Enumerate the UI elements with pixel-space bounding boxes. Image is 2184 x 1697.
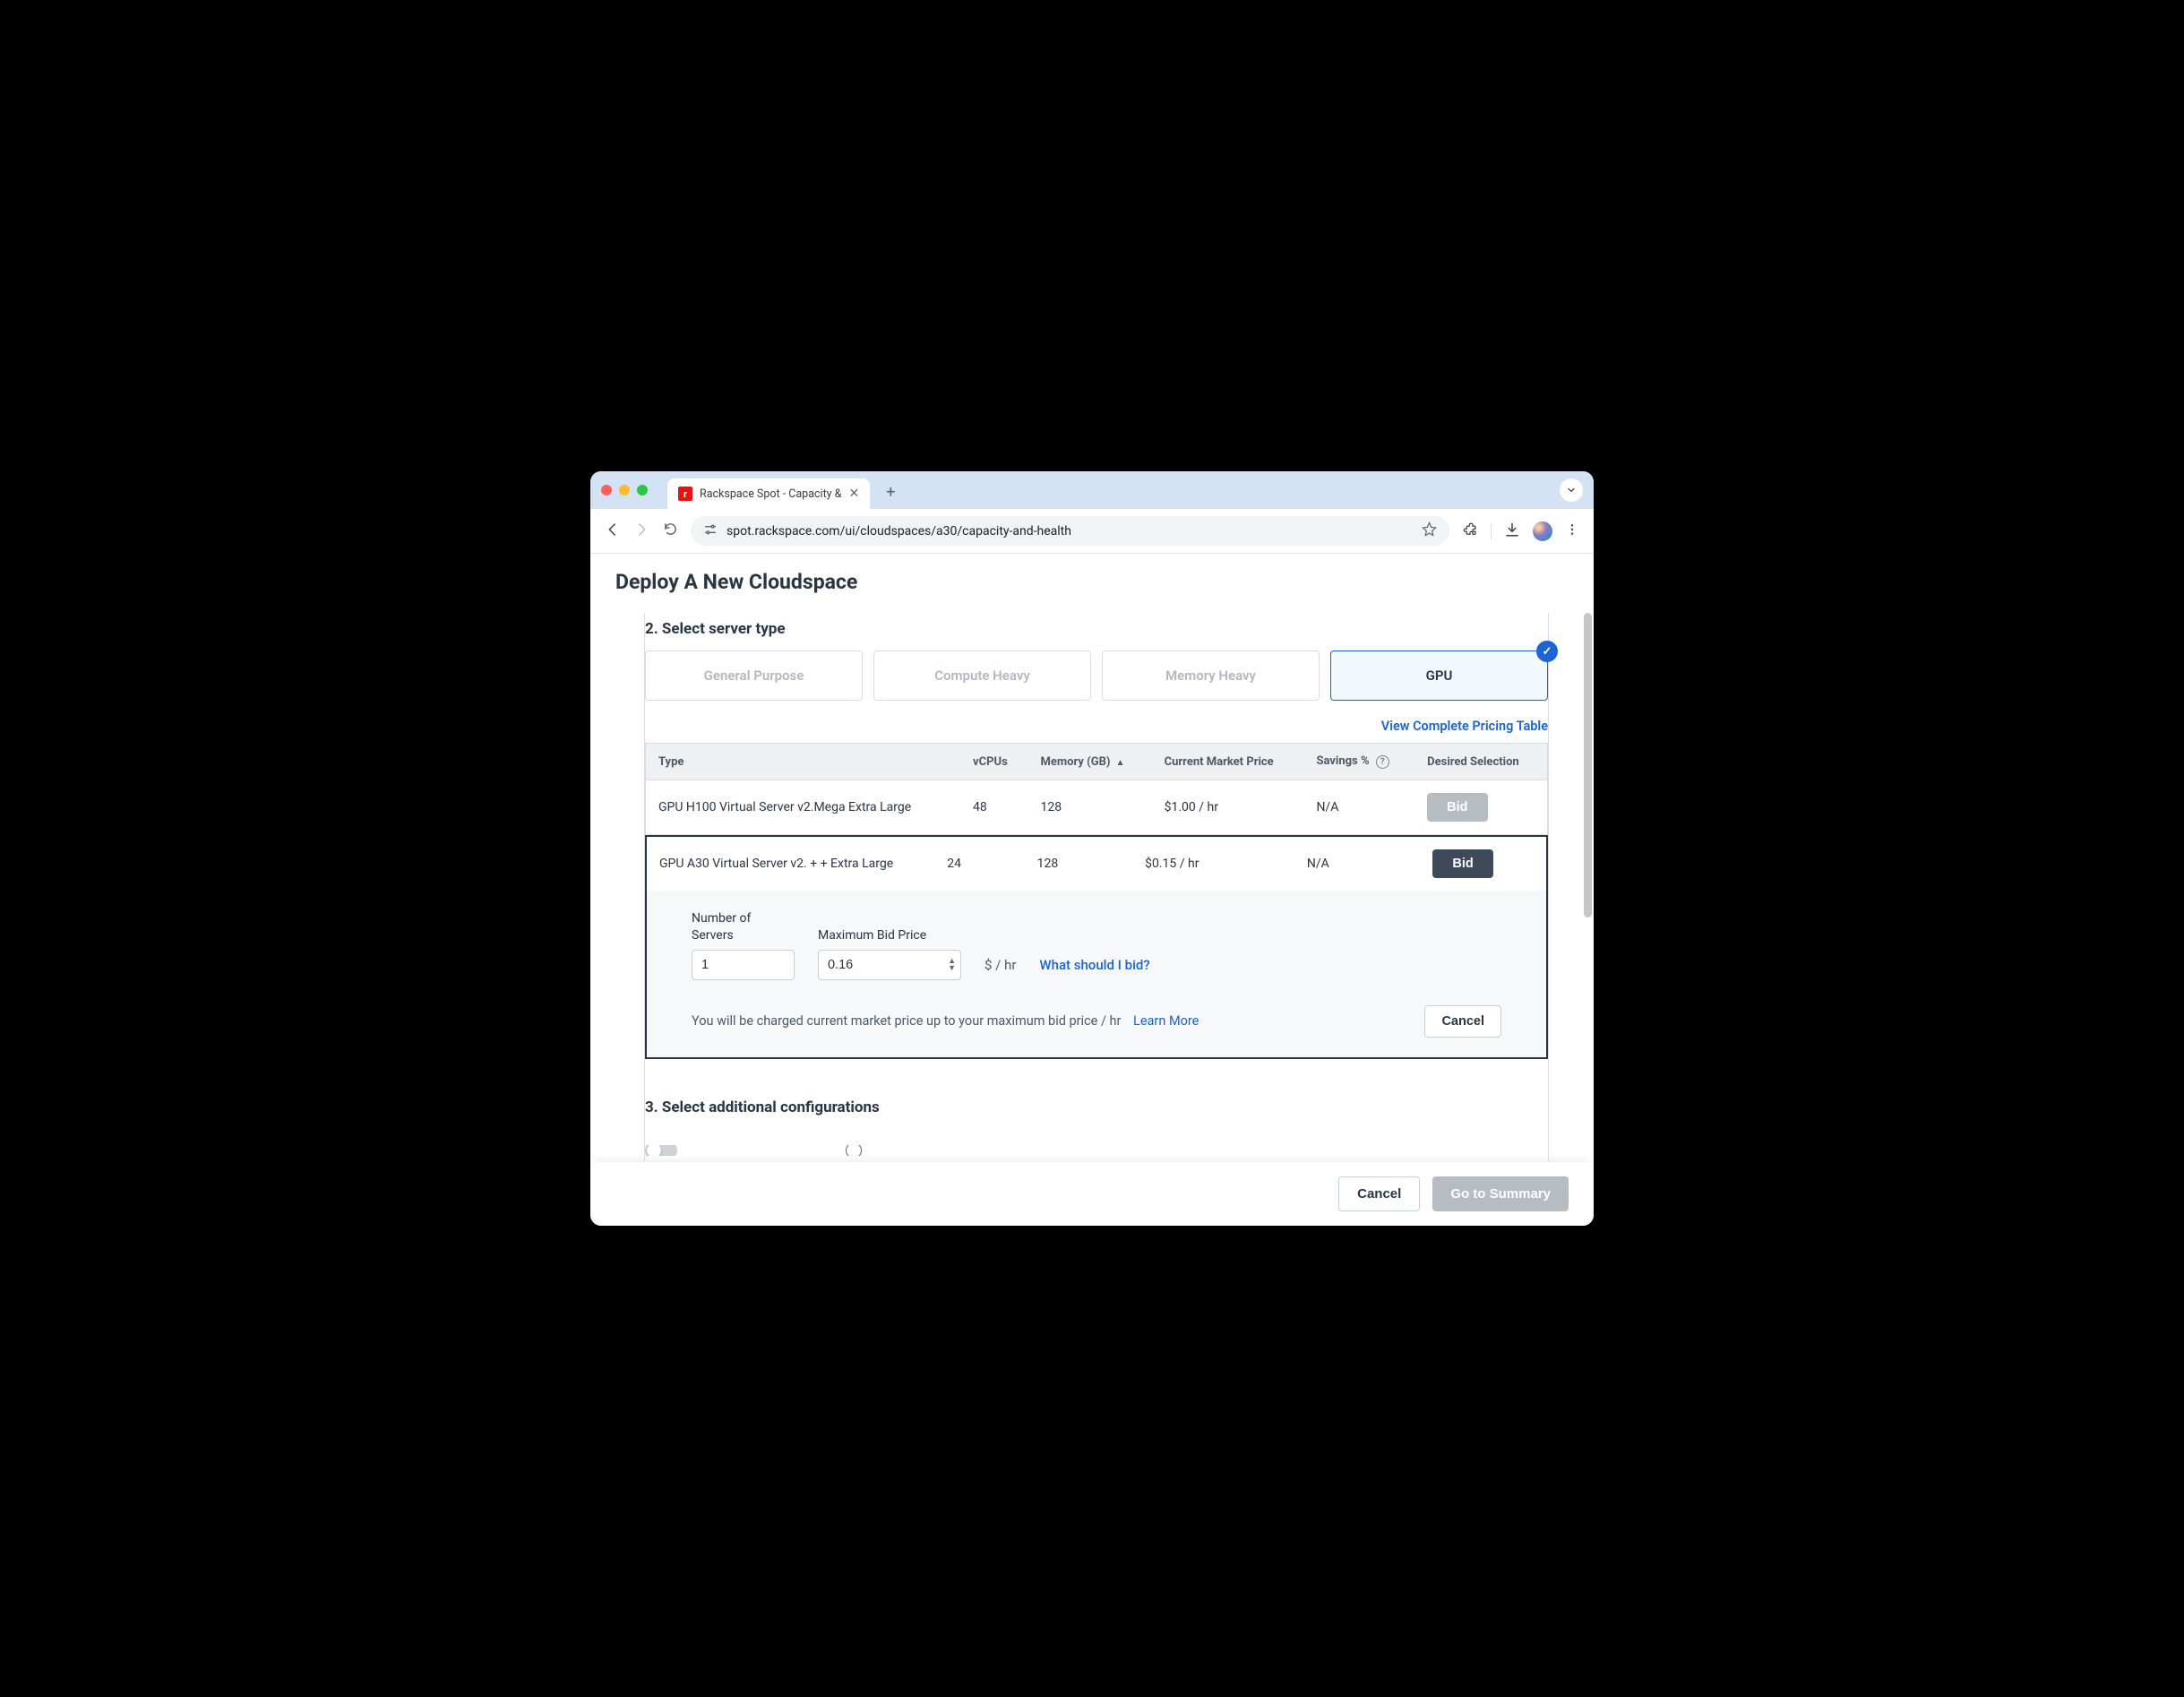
- tab-compute-heavy[interactable]: Compute Heavy: [873, 650, 1091, 701]
- info-icon[interactable]: [846, 1145, 862, 1156]
- site-settings-icon[interactable]: [703, 522, 718, 540]
- titlebar: r Rackspace Spot - Capacity & ✕ +: [590, 471, 1594, 509]
- puzzle-icon: [1462, 521, 1478, 538]
- cell-memory: 128: [1025, 837, 1132, 891]
- toggle-switch[interactable]: [645, 1145, 677, 1156]
- col-selection: Desired Selection: [1414, 744, 1547, 780]
- cell-savings: N/A: [1303, 780, 1414, 835]
- learn-more-link[interactable]: Learn More: [1133, 1013, 1199, 1029]
- new-tab-button[interactable]: +: [877, 483, 904, 502]
- tune-icon: [703, 522, 718, 537]
- cell-savings: N/A: [1294, 837, 1421, 891]
- col-savings[interactable]: Savings % ?: [1303, 744, 1414, 780]
- browser-window: r Rackspace Spot - Capacity & ✕ + spot.r…: [590, 471, 1594, 1226]
- footer-bar: Cancel Go to Summary: [590, 1162, 1594, 1226]
- url-field[interactable]: spot.rackspace.com/ui/cloudspaces/a30/ca…: [691, 516, 1449, 546]
- minimize-window-button[interactable]: [619, 485, 630, 495]
- page-title: Deploy A New Cloudspace: [590, 554, 1594, 613]
- price-unit: $ / hr: [985, 957, 1016, 980]
- more-vertical-icon: [1565, 522, 1579, 537]
- server-table: Type vCPUs Memory (GB) ▲ Current Market …: [645, 743, 1548, 835]
- address-bar: spot.rackspace.com/ui/cloudspaces/a30/ca…: [590, 509, 1594, 554]
- step3-heading: 3. Select additional configurations: [645, 1091, 1548, 1129]
- arrow-right-icon: [633, 521, 649, 538]
- tab-close-icon[interactable]: ✕: [848, 487, 859, 501]
- scroll-region[interactable]: 2. Select server type General Purpose Co…: [590, 613, 1594, 1162]
- bid-cancel-button[interactable]: Cancel: [1424, 1005, 1501, 1038]
- tabs-dropdown-button[interactable]: [1560, 478, 1583, 502]
- page-content: Deploy A New Cloudspace 2. Select server…: [590, 554, 1594, 1226]
- pricing-link-row: View Complete Pricing Table: [645, 717, 1548, 734]
- extensions-button[interactable]: [1462, 521, 1478, 541]
- tab-title: Rackspace Spot - Capacity &: [700, 487, 841, 501]
- scrollbar[interactable]: [1584, 613, 1592, 1162]
- selected-server-block: GPU A30 Virtual Server v2. + + Extra Lar…: [645, 835, 1548, 1059]
- window-controls: [601, 485, 648, 495]
- cell-vcpus: 24: [934, 837, 1024, 891]
- reload-icon: [663, 521, 678, 537]
- server-type-tabs: General Purpose Compute Heavy Memory Hea…: [645, 650, 1548, 701]
- bid-button-h100[interactable]: Bid: [1427, 793, 1487, 822]
- browser-menu-button[interactable]: [1565, 522, 1579, 540]
- cell-type: GPU H100 Virtual Server v2.Mega Extra La…: [646, 780, 961, 835]
- servers-label: Number of Servers: [692, 910, 790, 944]
- tab-memory-heavy[interactable]: Memory Heavy: [1102, 650, 1320, 701]
- cell-memory: 128: [1028, 780, 1152, 835]
- footer-cancel-button[interactable]: Cancel: [1338, 1176, 1420, 1211]
- tab-general-purpose[interactable]: General Purpose: [645, 650, 863, 701]
- download-icon: [1504, 521, 1520, 538]
- view-pricing-link[interactable]: View Complete Pricing Table: [1381, 719, 1548, 734]
- step2-heading: 2. Select server type: [645, 613, 1548, 650]
- close-window-button[interactable]: [601, 485, 612, 495]
- go-to-summary-button[interactable]: Go to Summary: [1432, 1176, 1569, 1211]
- browser-tab[interactable]: r Rackspace Spot - Capacity & ✕: [667, 478, 870, 509]
- maxbid-input[interactable]: [818, 950, 961, 980]
- bid-note: You will be charged current market price…: [692, 1013, 1199, 1029]
- bid-form: Number of Servers Maximum Bid Price ▲ ▼: [647, 891, 1546, 1057]
- maxbid-label: Maximum Bid Price: [818, 927, 961, 944]
- col-price[interactable]: Current Market Price: [1152, 744, 1304, 780]
- stepper-buttons[interactable]: ▲ ▼: [948, 958, 956, 972]
- cell-vcpus: 48: [960, 780, 1028, 835]
- url-text: spot.rackspace.com/ui/cloudspaces/a30/ca…: [727, 524, 1413, 538]
- col-memory[interactable]: Memory (GB) ▲: [1028, 744, 1152, 780]
- forward-button[interactable]: [633, 521, 649, 541]
- check-icon: ✓: [1536, 641, 1558, 662]
- maximize-window-button[interactable]: [637, 485, 648, 495]
- step3-option-row: [645, 1145, 1548, 1156]
- server-row-h100: GPU H100 Virtual Server v2.Mega Extra La…: [646, 780, 1548, 835]
- help-icon[interactable]: ?: [1376, 755, 1389, 769]
- server-row-a30: GPU A30 Virtual Server v2. + + Extra Lar…: [647, 837, 1546, 891]
- cell-price: $0.15 / hr: [1132, 837, 1294, 891]
- cell-price: $1.00 / hr: [1152, 780, 1304, 835]
- col-vcpus[interactable]: vCPUs: [960, 744, 1028, 780]
- toolbar-divider: [1491, 523, 1492, 539]
- cell-type: GPU A30 Virtual Server v2. + + Extra Lar…: [647, 837, 934, 891]
- scrollbar-thumb[interactable]: [1584, 613, 1592, 917]
- stepper-down-icon[interactable]: ▼: [948, 965, 956, 972]
- col-type[interactable]: Type: [646, 744, 961, 780]
- chevron-down-icon: [1566, 485, 1577, 495]
- reload-button[interactable]: [662, 521, 678, 540]
- star-icon: [1422, 521, 1437, 537]
- bid-button-a30[interactable]: Bid: [1432, 849, 1492, 878]
- tab-gpu-label: GPU: [1426, 668, 1453, 684]
- col-memory-label: Memory (GB): [1041, 755, 1111, 769]
- bookmark-button[interactable]: [1422, 521, 1437, 540]
- col-savings-label: Savings %: [1316, 754, 1369, 768]
- what-should-i-bid-link[interactable]: What should I bid?: [1039, 957, 1149, 980]
- tab-gpu[interactable]: GPU ✓: [1330, 650, 1548, 701]
- sort-asc-icon: ▲: [1116, 758, 1125, 768]
- profile-avatar-button[interactable]: [1533, 521, 1552, 541]
- servers-input[interactable]: [692, 950, 795, 980]
- favicon-icon: r: [678, 487, 692, 501]
- bid-note-text: You will be charged current market price…: [692, 1013, 1121, 1029]
- arrow-left-icon: [605, 521, 621, 538]
- downloads-button[interactable]: [1504, 521, 1520, 541]
- back-button[interactable]: [605, 521, 621, 541]
